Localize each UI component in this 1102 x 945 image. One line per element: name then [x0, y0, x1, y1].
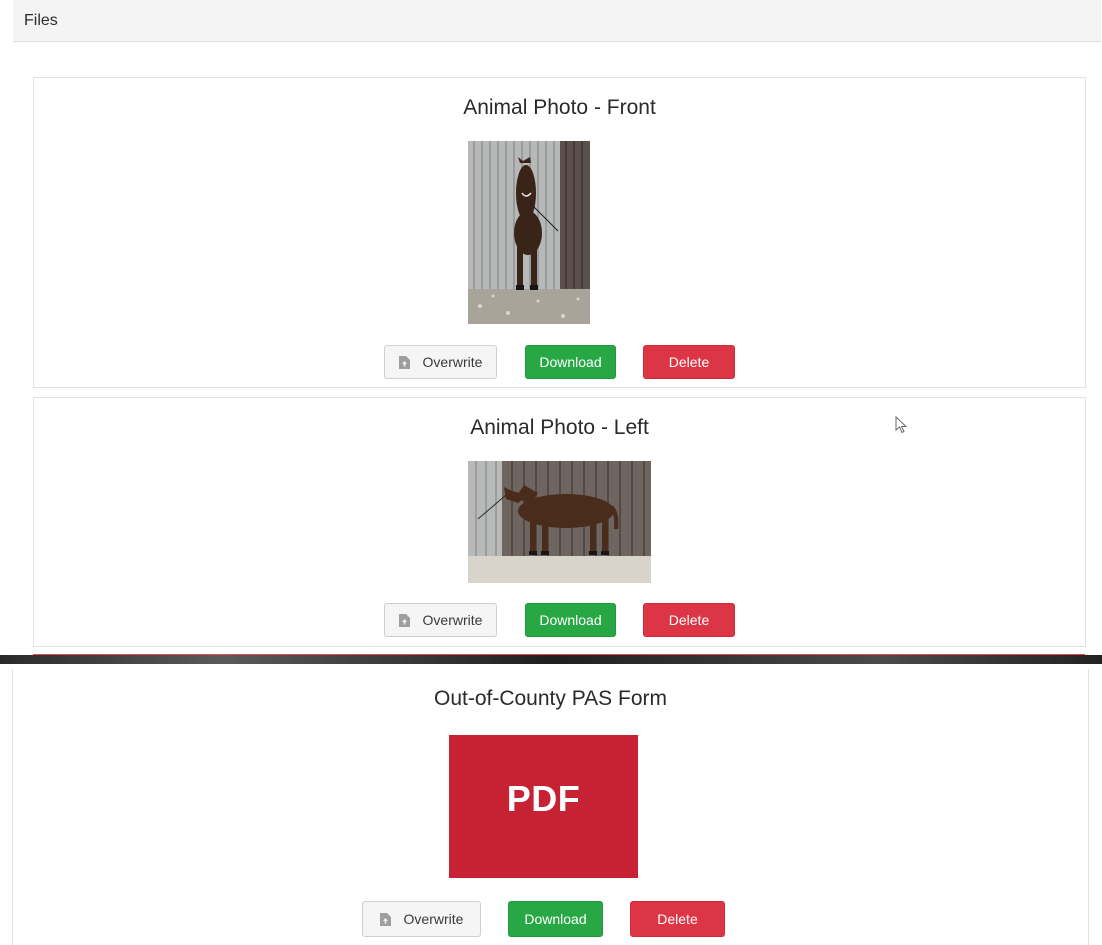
overwrite-button[interactable]: Overwrite [362, 901, 481, 937]
delete-button[interactable]: Delete [643, 345, 735, 379]
horse-front-photo[interactable] [468, 141, 590, 324]
file-upload-icon [398, 355, 410, 369]
overwrite-label: Overwrite [422, 612, 483, 628]
file-title-pas: Out-of-County PAS Form [433, 687, 667, 710]
overwrite-label: Overwrite [422, 354, 483, 370]
files-header: Files [13, 0, 1101, 42]
mouse-pointer-icon [895, 416, 907, 434]
screenshot-divider [0, 655, 1102, 664]
delete-button[interactable]: Delete [643, 603, 735, 637]
pdf-label: PDF [506, 777, 581, 819]
overwrite-button[interactable]: Overwrite [384, 345, 497, 379]
download-button[interactable]: Download [525, 603, 616, 637]
file-card-front: Animal Photo - Front Overwrite Download … [33, 77, 1086, 388]
download-button[interactable]: Download [525, 345, 616, 379]
files-header-title: Files [24, 12, 58, 29]
overwrite-label: Overwrite [403, 911, 464, 927]
file-upload-icon [398, 613, 410, 627]
horse-left-photo[interactable] [468, 461, 651, 583]
file-upload-icon [379, 912, 391, 926]
file-title-front: Animal Photo - Front [463, 96, 656, 119]
download-button[interactable]: Download [508, 901, 603, 937]
file-title-left: Animal Photo - Left [470, 416, 649, 439]
overwrite-button[interactable]: Overwrite [384, 603, 497, 637]
file-card-left: Animal Photo - Left Overwrite Download D… [33, 397, 1086, 647]
pdf-thumbnail[interactable]: PDF [449, 735, 638, 878]
delete-button[interactable]: Delete [630, 901, 725, 937]
